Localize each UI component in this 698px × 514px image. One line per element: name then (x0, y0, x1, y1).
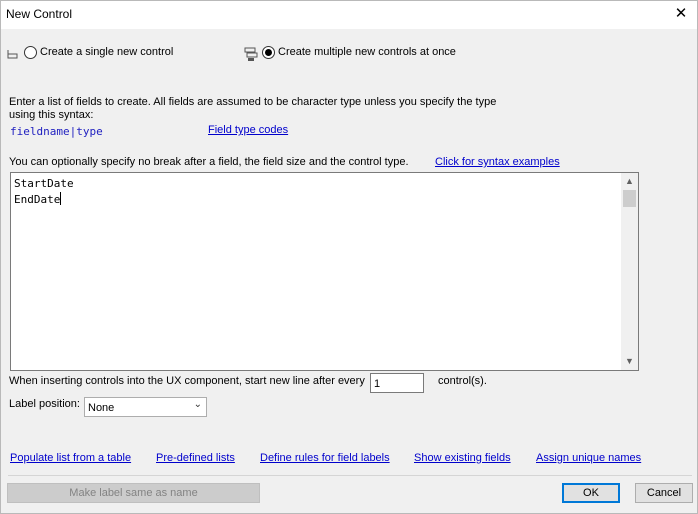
label-position-select[interactable]: None ⌄ (84, 397, 207, 417)
define-label-rules-link[interactable]: Define rules for field labels (260, 452, 390, 464)
fields-text: StartDate EndDate (14, 176, 74, 208)
optional-syntax-text: You can optionally specify no break afte… (9, 156, 409, 168)
fields-textarea[interactable]: StartDate EndDate ▲ ▼ (10, 172, 639, 371)
line-break-prefix: When inserting controls into the UX comp… (9, 375, 365, 387)
label-position-label: Label position: (9, 398, 80, 410)
close-icon[interactable]: ✕ (673, 6, 689, 22)
window-title: New Control (6, 7, 73, 21)
title-bar: New Control ✕ (1, 1, 697, 29)
syntax-example: fieldname|type (10, 125, 103, 138)
textarea-scrollbar[interactable]: ▲ ▼ (621, 173, 638, 370)
single-control-radio[interactable] (24, 46, 37, 59)
assign-unique-names-link[interactable]: Assign unique names (536, 452, 641, 464)
chevron-up-icon[interactable]: ▲ (621, 173, 638, 190)
line-break-count-input[interactable]: 1 (370, 373, 424, 393)
scrollbar-thumb[interactable] (623, 190, 636, 207)
line-break-count-value: 1 (374, 378, 381, 390)
populate-list-link[interactable]: Populate list from a table (10, 452, 131, 464)
field-type-codes-link[interactable]: Field type codes (208, 124, 288, 136)
instructions-line-2: using this syntax: (9, 109, 94, 121)
multiple-controls-radio[interactable] (262, 46, 275, 59)
multiple-controls-label[interactable]: Create multiple new controls at once (278, 46, 456, 58)
chevron-down-icon[interactable]: ▼ (621, 353, 638, 370)
field-line-with-caret: EndDate (14, 192, 74, 208)
field-line: StartDate (14, 177, 74, 190)
chevron-down-icon: ⌄ (193, 399, 202, 410)
predefined-lists-link[interactable]: Pre-defined lists (156, 452, 235, 464)
field-line: EndDate (14, 193, 61, 206)
ok-button[interactable]: OK (562, 483, 620, 503)
label-position-value: None (88, 402, 115, 414)
single-control-icon (7, 50, 18, 59)
multiple-controls-icon (244, 47, 258, 61)
text-caret (60, 192, 62, 205)
cancel-button[interactable]: Cancel (635, 483, 693, 503)
instructions-line-1: Enter a list of fields to create. All fi… (9, 96, 497, 108)
line-break-suffix: control(s). (438, 375, 487, 387)
new-control-dialog: New Control ✕ Create a single new contro… (0, 0, 698, 514)
syntax-examples-link[interactable]: Click for syntax examples (435, 156, 560, 168)
footer-divider (8, 475, 692, 476)
show-existing-fields-link[interactable]: Show existing fields (414, 452, 511, 464)
make-label-same-as-name-button[interactable]: Make label same as name (7, 483, 260, 503)
single-control-label[interactable]: Create a single new control (40, 46, 173, 58)
